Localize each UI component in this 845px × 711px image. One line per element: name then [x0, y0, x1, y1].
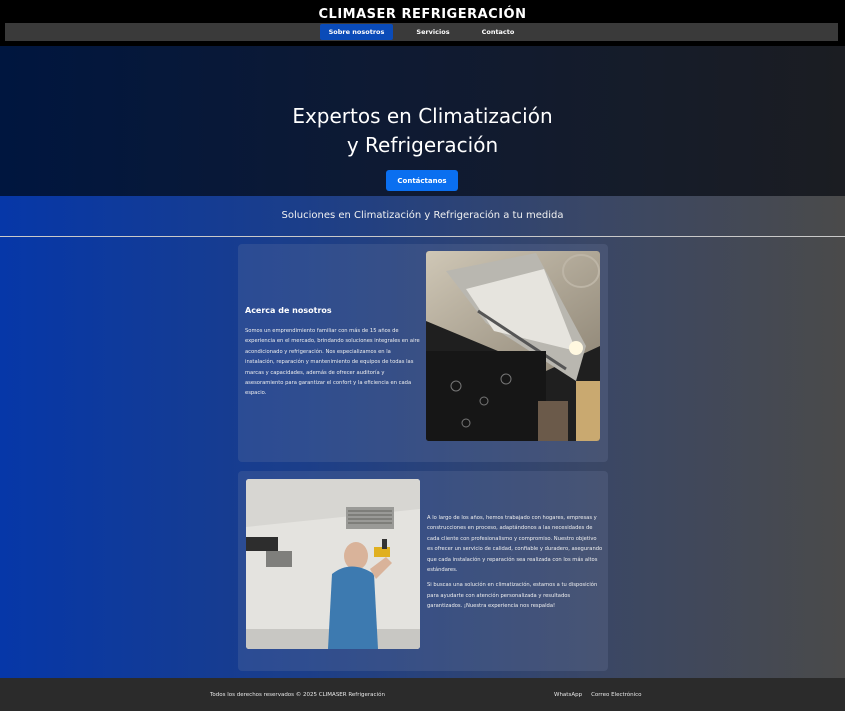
history-paragraph-1: A lo largo de los años, hemos trabajado …: [427, 515, 603, 574]
main-nav: Sobre nosotros Servicios Contacto: [5, 23, 838, 41]
hero-section: Expertos en Climatización y Refrigeració…: [0, 46, 845, 196]
photo-technician-image: [246, 479, 420, 649]
nav-item-servicios[interactable]: Servicios: [407, 24, 458, 40]
main-section: Soluciones en Climatización y Refrigerac…: [0, 196, 845, 678]
photo-ceiling-unit: [426, 251, 600, 441]
site-footer: Todos los derechos reservados © 2025 CLI…: [0, 678, 845, 711]
site-header: CLIMASER REFRIGERACIÓN Sobre nosotros Se…: [0, 0, 845, 46]
section-divider: [0, 236, 845, 237]
photo-technician: [246, 479, 420, 649]
copyright-text: Todos los derechos reservados © 2025 CLI…: [210, 692, 385, 698]
section-tagline: Soluciones en Climatización y Refrigerac…: [281, 210, 564, 221]
footer-link-whatsapp[interactable]: WhatsApp: [554, 692, 582, 698]
history-card: A lo largo de los años, hemos trabajado …: [238, 471, 608, 671]
hero-title-line2: y Refrigeración: [346, 133, 499, 157]
contact-cta-button[interactable]: Contáctanos: [386, 170, 458, 191]
hero-title-line1: Expertos en Climatización: [292, 104, 553, 128]
nav-item-contacto[interactable]: Contacto: [473, 24, 524, 40]
about-title: Acerca de nosotros: [245, 306, 332, 315]
history-text: A lo largo de los años, hemos trabajado …: [427, 513, 603, 617]
hero-title: Expertos en Climatización y Refrigeració…: [0, 102, 845, 160]
footer-link-email[interactable]: Correo Electrónico: [591, 692, 641, 698]
about-card: Acerca de nosotros Somos un emprendimien…: [238, 244, 608, 462]
about-text: Somos un emprendimiento familiar con más…: [245, 328, 420, 397]
footer-links: WhatsApp Correo Electrónico: [554, 692, 642, 698]
history-paragraph-2: Si buscas una solución en climatización,…: [427, 582, 598, 610]
site-brand: CLIMASER REFRIGERACIÓN: [318, 7, 527, 22]
photo-ceiling-unit-image: [426, 251, 600, 441]
nav-item-sobre-nosotros[interactable]: Sobre nosotros: [319, 24, 394, 40]
